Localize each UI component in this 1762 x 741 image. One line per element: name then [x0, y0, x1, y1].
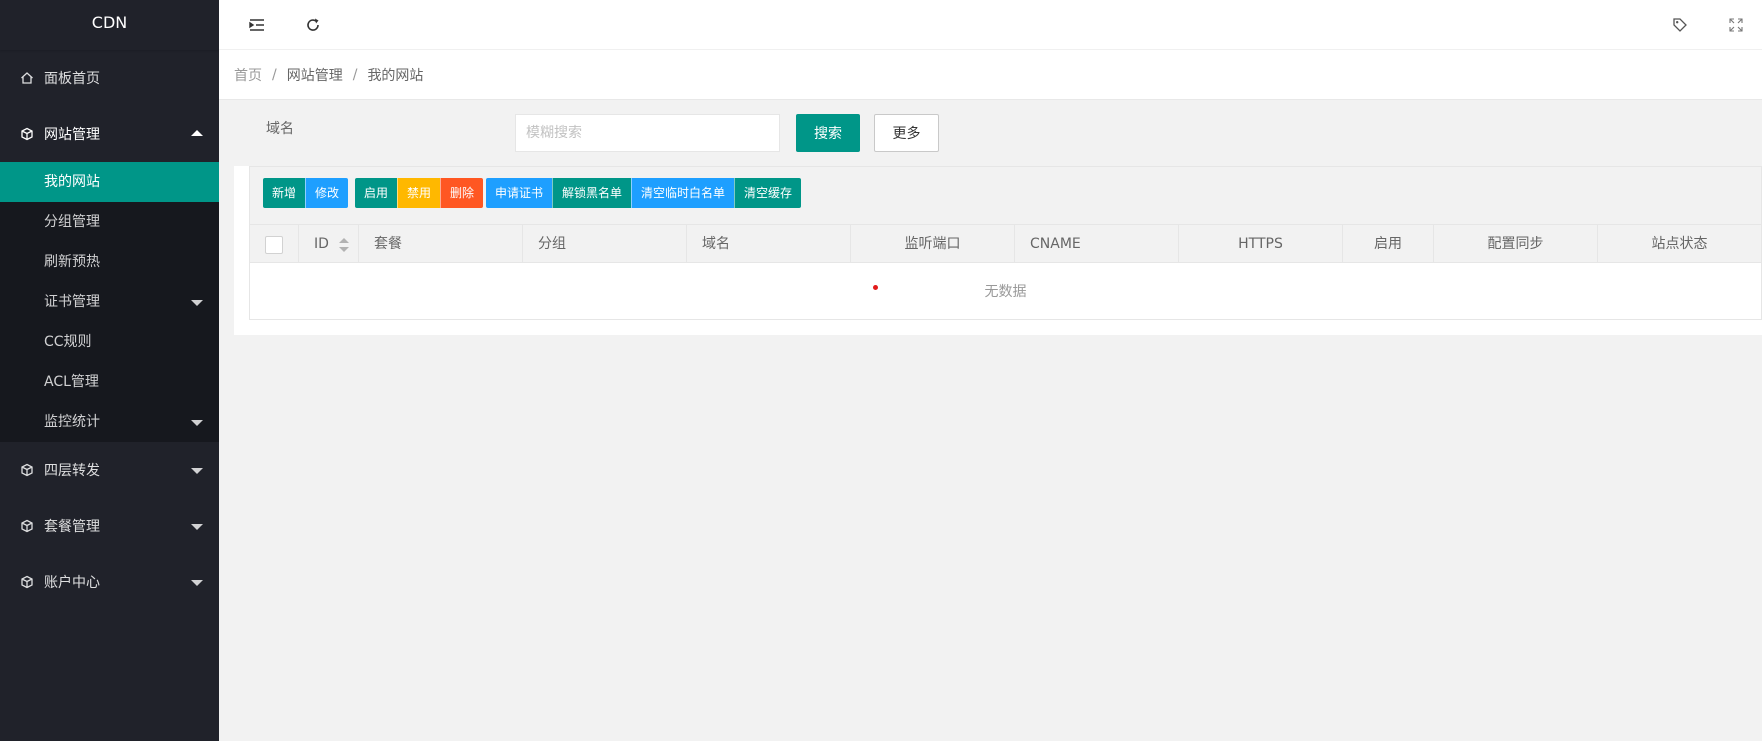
sidebar-item-acl-management[interactable]: ACL管理 [0, 362, 219, 402]
select-all-cell [250, 225, 299, 263]
breadcrumb-my-websites: 我的网站 [367, 67, 424, 84]
cube-icon [20, 463, 34, 477]
table-header: ID 套餐 分组 域名 监听端口 CNAME HTTPS 启用 配置同步 站点状… [249, 224, 1762, 263]
top-header [219, 0, 1762, 50]
sidebar-item-label: 监控统计 [44, 414, 100, 430]
sidebar-item-label: 证书管理 [44, 294, 100, 310]
sidebar-item-account-center[interactable]: 账户中心 [0, 554, 219, 610]
sidebar-item-label: 四层转发 [44, 463, 100, 479]
cube-icon [20, 575, 34, 589]
column-label: ID [314, 236, 329, 252]
sidebar-item-label: 套餐管理 [44, 519, 100, 535]
sidebar-item-package-management[interactable]: 套餐管理 [0, 498, 219, 554]
column-cname: CNAME [1015, 225, 1179, 263]
clear-cache-button[interactable]: 清空缓存 [734, 178, 802, 208]
sidebar-item-group-management[interactable]: 分组管理 [0, 202, 219, 242]
sidebar-item-cert-management[interactable]: 证书管理 [0, 282, 219, 322]
toolbar-group-status: 启用 禁用 删除 [355, 178, 484, 208]
search-button[interactable]: 搜索 [796, 114, 860, 152]
chevron-down-icon [191, 420, 203, 426]
app-logo[interactable]: CDN [0, 0, 219, 50]
chevron-down-icon [191, 300, 203, 306]
sidebar-item-my-websites[interactable]: 我的网站 [0, 162, 219, 202]
chevron-up-icon [191, 130, 203, 136]
column-enabled: 启用 [1343, 225, 1434, 263]
column-site-status: 站点状态 [1598, 225, 1762, 263]
column-package: 套餐 [359, 225, 523, 263]
table-body: 无数据 [249, 263, 1762, 320]
sidebar-item-label: 账户中心 [44, 575, 100, 591]
refresh-icon[interactable] [293, 0, 333, 50]
column-config-sync: 配置同步 [1434, 225, 1598, 263]
breadcrumb: 首页 / 网站管理 / 我的网站 [219, 50, 1762, 100]
tag-icon[interactable] [1660, 0, 1700, 50]
sidebar-item-cc-rules[interactable]: CC规则 [0, 322, 219, 362]
enable-button[interactable]: 启用 [355, 178, 398, 208]
disable-button[interactable]: 禁用 [397, 178, 441, 208]
website-table-card: 新增 修改 启用 禁用 删除 申请证书 解锁黑名单 清空临时白名单 清空缓存 I… [234, 166, 1762, 335]
fullscreen-icon[interactable] [1716, 0, 1756, 50]
table-toolbar: 新增 修改 启用 禁用 删除 申请证书 解锁黑名单 清空临时白名单 清空缓存 [249, 166, 1762, 224]
search-form: 域名 搜索 更多 [219, 100, 1762, 166]
clear-temp-whitelist-button[interactable]: 清空临时白名单 [631, 178, 735, 208]
menu-indent-icon[interactable] [237, 0, 277, 50]
more-button[interactable]: 更多 [874, 114, 939, 152]
submenu-website-management: 我的网站 分组管理 刷新预热 证书管理 CC规则 ACL管理 监控统计 [0, 162, 219, 442]
breadcrumb-website-management[interactable]: 网站管理 [287, 65, 343, 85]
column-id[interactable]: ID [299, 225, 359, 263]
sidebar-item-label: 网站管理 [44, 127, 100, 143]
column-group: 分组 [523, 225, 687, 263]
column-https: HTTPS [1179, 225, 1343, 263]
empty-state-text: 无数据 [984, 284, 1027, 300]
add-button[interactable]: 新增 [263, 178, 306, 208]
domain-label: 域名 [266, 121, 294, 137]
sort-icon[interactable] [339, 238, 349, 252]
sidebar-item-dashboard[interactable]: 面板首页 [0, 50, 219, 106]
chevron-down-icon [191, 580, 203, 586]
breadcrumb-separator: / [352, 66, 358, 83]
apply-cert-button[interactable]: 申请证书 [486, 178, 553, 208]
select-all-checkbox[interactable] [265, 236, 283, 254]
sidebar-item-label: 面板首页 [44, 71, 100, 87]
sidebar-item-monitoring[interactable]: 监控统计 [0, 402, 219, 442]
cube-icon [20, 127, 34, 141]
sidebar: CDN 面板首页 网站管理 我的网站 分组管理 刷新预热 证书管理 CC规则 A… [0, 0, 219, 741]
delete-button[interactable]: 删除 [440, 178, 484, 208]
toolbar-group-actions: 申请证书 解锁黑名单 清空临时白名单 清空缓存 [486, 178, 802, 208]
column-domain: 域名 [687, 225, 851, 263]
domain-search-input[interactable] [515, 114, 780, 152]
breadcrumb-separator: / [272, 66, 277, 83]
chevron-down-icon [191, 524, 203, 530]
breadcrumb-home[interactable]: 首页 [234, 65, 262, 85]
chevron-down-icon [191, 468, 203, 474]
home-icon [20, 71, 34, 85]
cube-icon [20, 519, 34, 533]
sidebar-item-website-management[interactable]: 网站管理 [0, 106, 219, 162]
column-listen-port: 监听端口 [851, 225, 1015, 263]
toolbar-group-edit: 新增 修改 [263, 178, 349, 208]
sidebar-item-l4-forwarding[interactable]: 四层转发 [0, 442, 219, 498]
edit-button[interactable]: 修改 [305, 178, 349, 208]
sidebar-item-refresh-preheat[interactable]: 刷新预热 [0, 242, 219, 282]
unlock-blacklist-button[interactable]: 解锁黑名单 [552, 178, 632, 208]
